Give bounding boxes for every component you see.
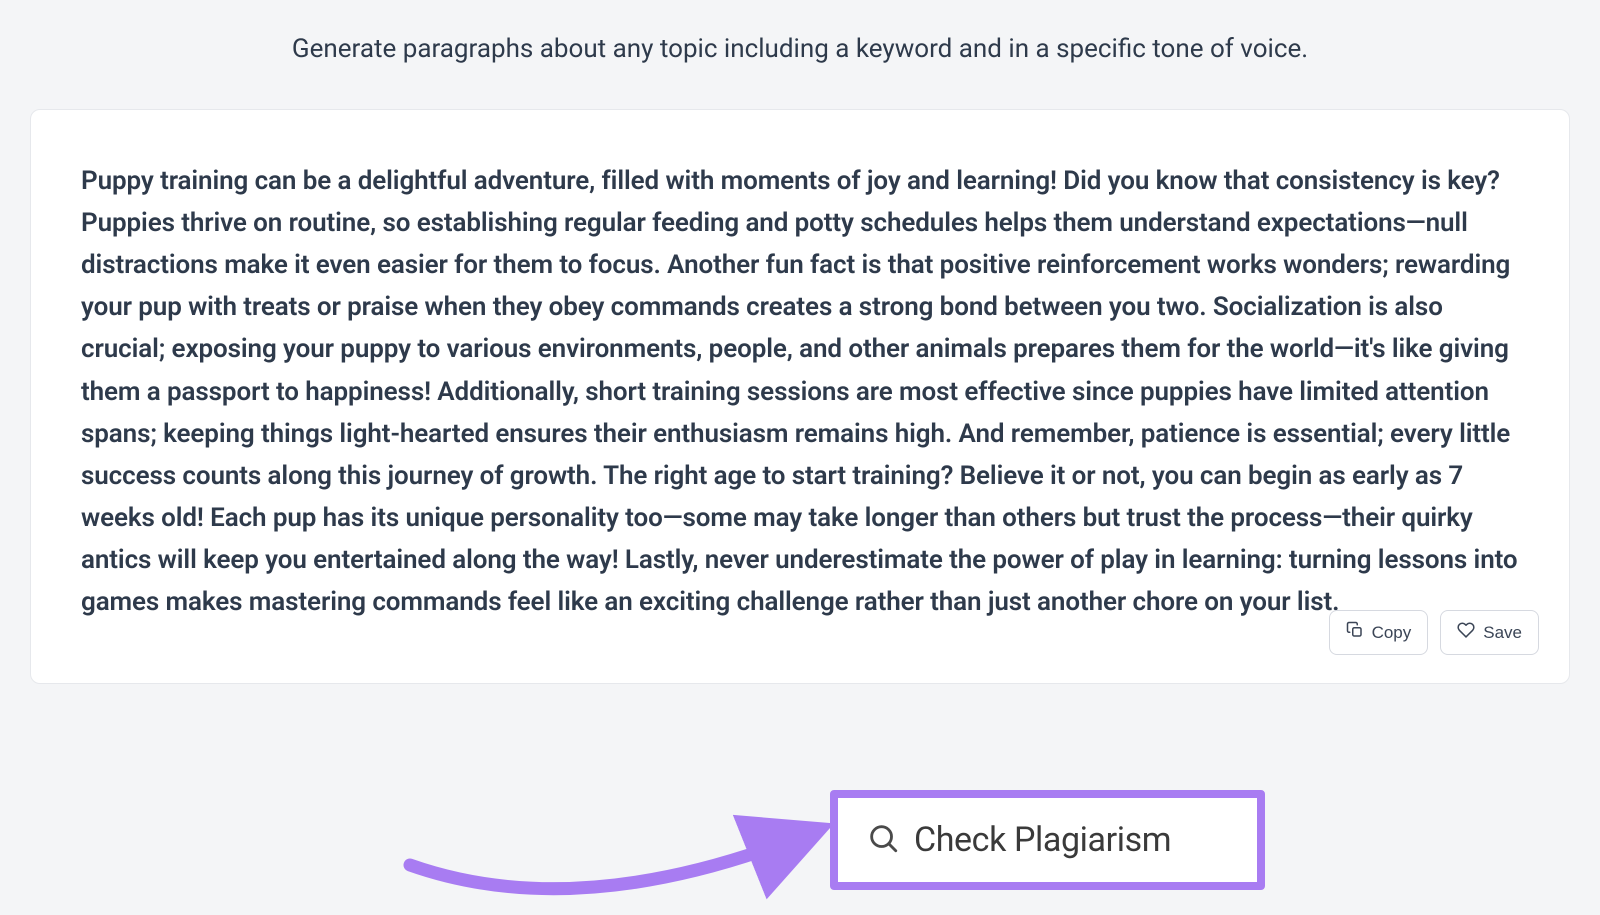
page-container: Generate paragraphs about any topic incl…: [0, 0, 1600, 911]
generated-paragraph: Puppy training can be a delightful adven…: [81, 160, 1519, 623]
generated-content-card: Puppy training can be a delightful adven…: [30, 109, 1570, 684]
check-plagiarism-highlight[interactable]: Check Plagiarism: [830, 790, 1265, 890]
save-button-label: Save: [1483, 623, 1522, 643]
save-button[interactable]: Save: [1440, 610, 1539, 655]
copy-button[interactable]: Copy: [1329, 610, 1429, 655]
action-buttons-row: Copy Save: [1329, 610, 1539, 655]
heart-icon: [1457, 621, 1475, 644]
page-description: Generate paragraphs about any topic incl…: [30, 0, 1570, 109]
copy-icon: [1346, 621, 1364, 644]
check-plagiarism-label: Check Plagiarism: [914, 820, 1171, 860]
annotation-arrow-icon: [400, 805, 840, 915]
search-icon: [866, 821, 900, 859]
copy-button-label: Copy: [1372, 623, 1412, 643]
